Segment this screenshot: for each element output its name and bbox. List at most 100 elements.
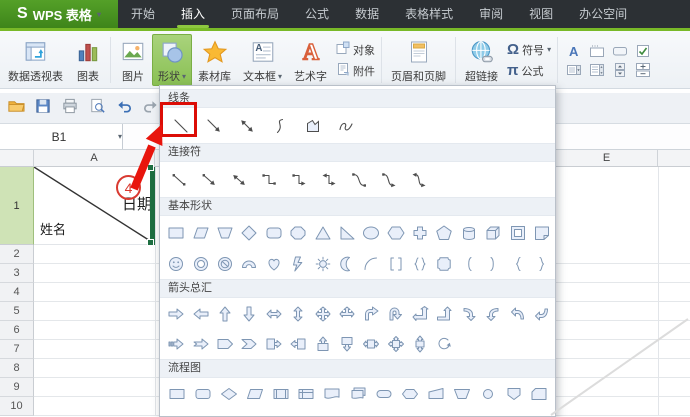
shape-double-arrow[interactable] xyxy=(230,109,263,143)
shape-block-arc[interactable] xyxy=(237,248,261,279)
checkbox-control-button[interactable] xyxy=(635,44,651,58)
shape-pentagon-arrow[interactable] xyxy=(213,329,237,359)
column-header-a[interactable]: A xyxy=(34,150,155,166)
name-box[interactable]: B1 ▾ xyxy=(0,124,123,149)
shape-left-arrow[interactable] xyxy=(188,299,212,329)
shape-merge[interactable] xyxy=(293,408,319,416)
shape-up-down-arrow[interactable] xyxy=(286,299,310,329)
shape-down-arrow-callout[interactable] xyxy=(335,329,359,359)
tab-数据[interactable]: 数据 xyxy=(342,0,392,28)
shape-collate[interactable] xyxy=(216,408,242,416)
shape-curved-down-arrow[interactable] xyxy=(530,299,554,329)
shape-arrow[interactable] xyxy=(197,109,230,143)
shape-alternate-process[interactable] xyxy=(190,379,216,408)
shape-right-triangle[interactable] xyxy=(335,217,359,248)
shape-card[interactable] xyxy=(526,379,552,408)
shape-display[interactable] xyxy=(449,408,475,416)
shape-down-arrow[interactable] xyxy=(237,299,261,329)
shape-scribble[interactable] xyxy=(329,109,362,143)
row-header-2[interactable]: 2 xyxy=(0,245,34,264)
shape-sort[interactable] xyxy=(242,408,268,416)
shape-delay[interactable] xyxy=(345,408,371,416)
row-header-7[interactable]: 7 xyxy=(0,340,34,359)
redo-button[interactable] xyxy=(141,98,161,118)
shape-connector[interactable] xyxy=(475,379,501,408)
shape-elbow-arrow-connector[interactable] xyxy=(284,163,314,197)
shape-frame[interactable] xyxy=(505,217,529,248)
formula-button[interactable]: π 公式 xyxy=(507,62,551,79)
shape-direct-access-storage[interactable] xyxy=(423,408,449,416)
shape-extract[interactable] xyxy=(268,408,294,416)
shape-hexagon[interactable] xyxy=(384,217,408,248)
shape-manual-input[interactable] xyxy=(423,379,449,408)
shape-plaque[interactable] xyxy=(432,248,456,279)
shape-circular-arrow[interactable] xyxy=(432,329,456,359)
hyperlink-button[interactable]: 超链接 xyxy=(459,34,504,86)
shape-internal-storage[interactable] xyxy=(293,379,319,408)
clip-art-button[interactable]: 素材库 xyxy=(192,34,237,86)
column-header-partial[interactable] xyxy=(658,150,690,166)
picture-button[interactable]: 图片 xyxy=(114,34,152,86)
shape-bent-up-arrow[interactable] xyxy=(432,299,456,329)
shape-left-up-arrow[interactable] xyxy=(408,299,432,329)
shape-magnetic-disk[interactable] xyxy=(397,408,423,416)
button-control-button[interactable] xyxy=(612,44,628,58)
shape-left-right-arrow-callout[interactable] xyxy=(359,329,383,359)
save-button[interactable] xyxy=(33,98,53,118)
shapes-button[interactable]: 形状 ▾ xyxy=(152,34,193,86)
pivot-table-button[interactable]: 数据透视表 xyxy=(2,34,69,86)
shape-predefined-process[interactable] xyxy=(268,379,294,408)
shape-quad-arrow-callout[interactable] xyxy=(384,329,408,359)
shape-arc[interactable] xyxy=(359,248,383,279)
shape-curved-right-arrow[interactable] xyxy=(457,299,481,329)
shape-decision[interactable] xyxy=(216,379,242,408)
text-box-button[interactable]: A 文本框 ▾ xyxy=(237,34,288,86)
cell-a1[interactable]: 姓名 日期 xyxy=(34,167,155,245)
shape-donut[interactable] xyxy=(188,248,212,279)
shape-right-arrow-callout[interactable] xyxy=(262,329,286,359)
tab-插入[interactable]: 插入 xyxy=(168,0,218,28)
shape-folded-corner[interactable] xyxy=(530,217,554,248)
shape-freeform[interactable] xyxy=(296,109,329,143)
shape-parallelogram[interactable] xyxy=(188,217,212,248)
row-header-3[interactable]: 3 xyxy=(0,264,34,283)
tab-视图[interactable]: 视图 xyxy=(516,0,566,28)
symbol-button[interactable]: Ω 符号 ▾ xyxy=(507,41,551,58)
shape-oval[interactable] xyxy=(359,217,383,248)
row-header-1[interactable]: 1 xyxy=(0,167,34,245)
open-button[interactable] xyxy=(6,98,26,118)
tab-表格样式[interactable]: 表格样式 xyxy=(392,0,466,28)
shape-trapezoid[interactable] xyxy=(213,217,237,248)
print-preview-button[interactable] xyxy=(87,98,107,118)
shape-striped-right-arrow[interactable] xyxy=(164,329,188,359)
shape-sequential-access-storage[interactable] xyxy=(371,408,397,416)
column-header-e[interactable]: E xyxy=(556,150,658,166)
shape-left-right-arrow[interactable] xyxy=(262,299,286,329)
shape-no-symbol[interactable] xyxy=(213,248,237,279)
shape-cross[interactable] xyxy=(408,217,432,248)
shape-sun[interactable] xyxy=(310,248,334,279)
shape-double-bracket[interactable] xyxy=(384,248,408,279)
shape-u-turn-arrow[interactable] xyxy=(384,299,408,329)
text-field-control-button[interactable] xyxy=(589,44,605,58)
tab-审阅[interactable]: 审阅 xyxy=(466,0,516,28)
shape-pentagon[interactable] xyxy=(432,217,456,248)
shape-bent-arrow[interactable] xyxy=(359,299,383,329)
shape-curved-arrow-connector[interactable] xyxy=(374,163,404,197)
shape-line[interactable] xyxy=(164,109,197,143)
tab-开始[interactable]: 开始 xyxy=(118,0,168,28)
label-control-button[interactable]: A xyxy=(566,44,582,58)
shape-preparation[interactable] xyxy=(397,379,423,408)
shape-heart[interactable] xyxy=(262,248,286,279)
print-button[interactable] xyxy=(60,98,80,118)
shape-curved-up-arrow[interactable] xyxy=(505,299,529,329)
selection-handle[interactable] xyxy=(147,164,154,171)
shape-elbow-connector[interactable] xyxy=(254,163,284,197)
app-menu-button[interactable]: S WPS 表格 ▾ xyxy=(0,0,118,28)
shape-off-page-connector[interactable] xyxy=(501,379,527,408)
shape-multidocument[interactable] xyxy=(345,379,371,408)
tab-办公空间[interactable]: 办公空间 xyxy=(566,0,640,28)
spin-button-control-button[interactable] xyxy=(635,62,651,77)
shape-elbow-double-arrow-connector[interactable] xyxy=(314,163,344,197)
attachment-button[interactable]: 附件 xyxy=(336,62,375,79)
